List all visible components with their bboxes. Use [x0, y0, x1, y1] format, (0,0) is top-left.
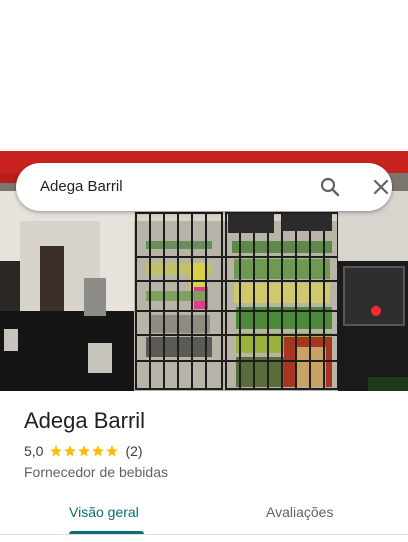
rating-value: 5,0	[24, 443, 44, 459]
tab-overview[interactable]: Visão geral	[69, 504, 139, 520]
map-blank-area	[0, 0, 408, 151]
rating-row[interactable]: 5,0 (2)	[24, 443, 143, 459]
star-icon	[50, 445, 63, 457]
tab-bar: Visão geral Avaliações	[0, 496, 408, 536]
star-icon	[92, 445, 105, 457]
place-category[interactable]: Fornecedor de bebidas	[24, 464, 168, 480]
search-input[interactable]: Adega Barril	[40, 178, 123, 195]
search-icon[interactable]	[318, 175, 342, 199]
star-rating	[49, 444, 119, 458]
review-count[interactable]: (2)	[125, 443, 142, 459]
tab-divider	[0, 534, 408, 535]
star-icon	[64, 445, 77, 457]
search-bar[interactable]: Adega Barril	[16, 163, 392, 211]
star-icon	[78, 445, 91, 457]
close-icon[interactable]	[369, 175, 393, 199]
star-icon	[106, 445, 119, 457]
tab-reviews[interactable]: Avaliações	[266, 504, 333, 520]
place-title: Adega Barril	[24, 408, 146, 433]
